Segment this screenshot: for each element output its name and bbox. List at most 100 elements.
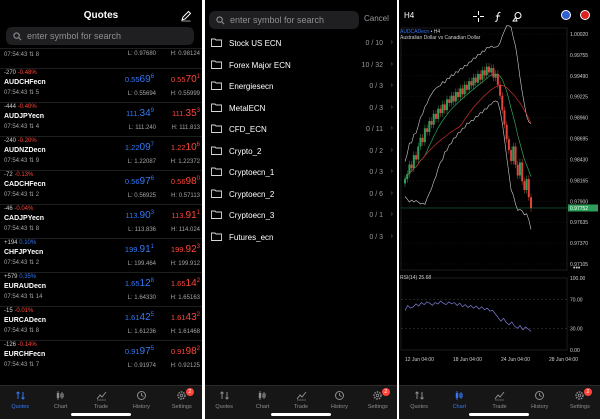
- symbol-folder[interactable]: MetalECN 0 / 3 ›: [205, 98, 397, 120]
- tab-history[interactable]: History: [121, 390, 161, 410]
- quote-time: 07:54:43 ⇅ 8: [4, 51, 39, 58]
- price-axis-label: 1.00020: [570, 32, 588, 38]
- cancel-button[interactable]: Cancel: [364, 14, 389, 23]
- quote-time-value: 07:54:43: [4, 294, 28, 300]
- change-percent: -0.14%: [17, 342, 37, 348]
- quote-row[interactable]: -444 -0.40% AUDJPYecn 07:54:43 ⇅ 4 111.349 1…: [0, 102, 202, 136]
- candle-body: [468, 81, 471, 90]
- chart-icon: [56, 391, 64, 400]
- tab-history[interactable]: History: [520, 390, 560, 410]
- quote-row[interactable]: 07:54:43 ⇅ 8 L: 0.97680 H: 0.98124: [0, 48, 202, 65]
- quote-row[interactable]: -270 -0.48% AUDCHFecn 07:54:43 ⇅ 5 0.55696 0…: [0, 68, 202, 102]
- tab-label: Chart: [255, 404, 270, 410]
- symbol-folder[interactable]: Forex Major ECN 10 / 32 ›: [205, 55, 397, 77]
- symbol-folder[interactable]: Crypto_2 0 / 2 ›: [205, 141, 397, 163]
- edit-icon[interactable]: [180, 10, 192, 22]
- history-icon: [334, 391, 344, 400]
- tab-quotes[interactable]: Quotes: [0, 390, 40, 410]
- rsi-axis-label: 0.00: [570, 348, 580, 354]
- quote-time-value: 07:54:43: [4, 328, 28, 334]
- quote-row[interactable]: -46 -0.04% CADJPYecn 07:54:43 ⇅ 8 113.903 11…: [0, 204, 202, 238]
- quote-bid: 199.911: [122, 244, 154, 255]
- history-icon: [535, 391, 545, 400]
- tab-settings[interactable]: Settings 2: [358, 388, 397, 410]
- candle-body: [505, 124, 508, 140]
- quote-row[interactable]: +194 0.10% CHFJPYecn 07:54:43 ⇅ 2 199.911 19…: [0, 238, 202, 272]
- symbol-search-input[interactable]: enter symbol for search: [209, 11, 359, 29]
- spread-icon: ⇅: [27, 192, 36, 198]
- bid-big-digits: 42: [139, 312, 151, 323]
- bid-pipette: 9: [150, 108, 154, 114]
- tab-chart[interactable]: Chart: [41, 390, 81, 410]
- quote-symbol: CHFJPYecn: [4, 249, 44, 256]
- quotes-search-input[interactable]: enter symbol for search: [6, 27, 194, 45]
- chevron-right-icon: ›: [390, 146, 393, 154]
- ask-prefix: 0.91: [170, 347, 186, 356]
- tab-chart[interactable]: Chart: [243, 390, 283, 410]
- chart-panel: H4 AUDCADecn • H4 Australian Dollar vs C…: [399, 0, 600, 419]
- quote-symbol: CADCHFecn: [4, 181, 46, 188]
- bid-big-digits: 69: [139, 74, 151, 85]
- quote-symbol: AUDNZDecn: [4, 147, 46, 154]
- tab-quotes[interactable]: Quotes: [399, 390, 439, 410]
- candle-body: [423, 128, 426, 143]
- candle-body: [437, 108, 440, 119]
- candle-body: [488, 66, 490, 73]
- symbol-folder[interactable]: Stock US ECN 0 / 10 ›: [205, 33, 397, 55]
- quote-row[interactable]: -240 -0.20% AUDNZDecn 07:54:43 ⇅ 9 1.22097 1…: [0, 136, 202, 170]
- symbol-folder[interactable]: CFD_ECN 0 / 11 ›: [205, 119, 397, 141]
- settings-badge: 2: [381, 388, 390, 396]
- ask-big-digits: 70: [185, 74, 197, 85]
- quote-row[interactable]: -126 -0.14% EURCHFecn 07:54:43 ⇅ 7 0.91975 0…: [0, 340, 202, 374]
- quote-ask: 199.923: [166, 244, 200, 255]
- candle-body: [426, 128, 429, 132]
- tab-history[interactable]: History: [319, 390, 359, 410]
- quote-row[interactable]: +579 0.35% EURAUDecn 07:54:43 ⇅ 14 1.65128 1…: [0, 272, 202, 306]
- change-points: -270: [4, 70, 17, 76]
- quote-row[interactable]: -72 -0.13% CADCHFecn 07:54:43 ⇅ 2 0.56976 0.…: [0, 170, 202, 204]
- folder-count: 0 / 3: [369, 233, 383, 241]
- quote-change: -72 -0.13%: [4, 172, 33, 178]
- chevron-right-icon: ›: [390, 39, 393, 46]
- price-axis-label: 0.99755: [570, 53, 588, 59]
- quote-bid: 1.22097: [122, 142, 154, 153]
- tab-chart[interactable]: Chart: [439, 390, 479, 410]
- tab-label: Settings: [569, 404, 590, 410]
- candle-body: [450, 95, 453, 103]
- rsi-frame: [400, 277, 568, 351]
- time-axis-label: 28 Jun 04:00: [549, 357, 578, 363]
- candle-body: [492, 68, 495, 78]
- quote-time: 07:54:43 ⇅ 14: [4, 293, 42, 300]
- tab-trade[interactable]: Trade: [81, 390, 121, 410]
- bid-prefix: 0.55: [124, 75, 140, 84]
- change-percent: -0.48%: [17, 70, 37, 76]
- more-icon[interactable]: •••: [573, 265, 581, 272]
- symbol-folder[interactable]: Cryptoecn_2 0 / 6 ›: [205, 184, 397, 206]
- symbol-folder[interactable]: Cryptoecn_3 0 / 1 ›: [205, 205, 397, 227]
- quote-change: -46 -0.04%: [4, 206, 33, 212]
- chart-icon: [258, 391, 266, 400]
- symbol-folder[interactable]: Cryptoecn_1 0 / 3 ›: [205, 162, 397, 184]
- quote-row[interactable]: -15 -0.01% EURCADecn 07:54:43 ⇅ 8 1.61425 1.…: [0, 306, 202, 340]
- price-chart[interactable]: 1.00020 0.99755 0.99490 0.99225 0.98960 0.986…: [399, 0, 600, 385]
- change-points: -126: [4, 342, 17, 348]
- tab-settings[interactable]: Settings 2: [560, 388, 600, 410]
- symbol-folder[interactable]: Futures_ecn 0 / 3 ›: [205, 227, 397, 249]
- quote-time-value: 07:54:43: [4, 90, 28, 96]
- candle-body: [448, 99, 451, 103]
- time-axis-label: 24 Jun 04:00: [501, 357, 530, 363]
- symbol-folder[interactable]: Energiesecn 0 / 3 ›: [205, 76, 397, 98]
- tab-trade[interactable]: Trade: [281, 390, 321, 410]
- tab-settings[interactable]: Settings 2: [162, 388, 202, 410]
- change-percent: -0.40%: [17, 104, 37, 110]
- change-points: -46: [4, 206, 13, 212]
- search-icon: [13, 31, 22, 40]
- ask-prefix: 0.55: [170, 75, 186, 84]
- quote-time: 07:54:43 ⇅ 5: [4, 89, 39, 96]
- candle-body: [470, 81, 473, 86]
- tab-quotes[interactable]: Quotes: [205, 390, 244, 410]
- tab-trade[interactable]: Trade: [480, 390, 520, 410]
- home-indicator: [469, 413, 529, 416]
- tab-label: Chart: [452, 404, 467, 410]
- ask-pipette: 3: [196, 108, 200, 114]
